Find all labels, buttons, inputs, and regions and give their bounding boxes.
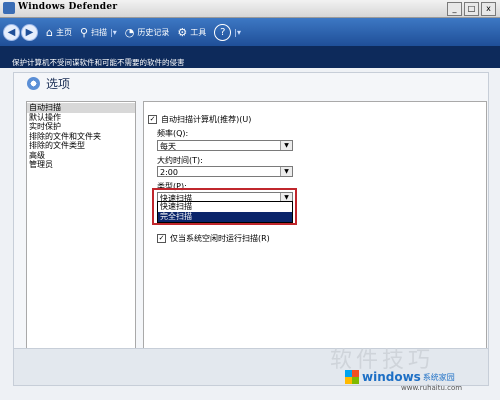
help-button[interactable]: ? xyxy=(214,23,232,41)
home-icon: ⌂ xyxy=(46,25,53,39)
auto-scan-label: 自动扫描计算机(推荐)(U) xyxy=(161,115,252,124)
scan-label: 扫描 xyxy=(91,27,108,37)
forward-arrow-icon: ▶ xyxy=(25,26,34,38)
window-title: Windows Defender xyxy=(18,2,118,12)
forward-button[interactable]: ▶ xyxy=(21,23,38,41)
nav-item-realtime-protection[interactable]: 实时保护 xyxy=(27,122,135,132)
maximize-button[interactable]: □ xyxy=(464,2,479,16)
site-logo: windows 系统家园 www.ruhaitu.com xyxy=(345,370,462,392)
time-select[interactable]: 2:00 ▼ xyxy=(157,166,293,177)
auto-scan-checkbox[interactable]: ✓ 自动扫描计算机(推荐)(U) xyxy=(148,114,251,125)
logo-cn: 系统家园 xyxy=(422,372,455,382)
subheader-text: 保护计算机不受间谍软件和可能不需要的软件的侵害 xyxy=(12,58,185,67)
highlight-callout xyxy=(152,188,297,225)
idle-scan-checkbox[interactable]: ✓ 仅当系统空闲时运行扫描(R) xyxy=(157,233,270,244)
toolbar: ◀ ▶ ⌂ 主页 ⚲ 扫描 |▾ ◔ 历史记录 ⚙ 工具 ? |▾ xyxy=(0,18,500,46)
nav-item-default-actions[interactable]: 默认操作 xyxy=(27,113,135,123)
history-label: 历史记录 xyxy=(137,27,170,37)
nav-item-excluded-types[interactable]: 排除的文件类型 xyxy=(27,141,135,151)
nav-item-advanced[interactable]: 高级 xyxy=(27,151,135,161)
back-button[interactable]: ◀ xyxy=(3,23,20,41)
magnifier-icon: ⚲ xyxy=(79,25,89,39)
scan-dropdown-icon[interactable]: |▾ xyxy=(110,28,117,37)
history-button[interactable]: ◔ 历史记录 xyxy=(125,26,170,39)
checkmark-icon: ✓ xyxy=(148,115,157,124)
app-icon xyxy=(3,2,15,14)
help-dropdown-icon[interactable]: |▾ xyxy=(234,28,241,37)
options-gear-icon xyxy=(27,77,40,90)
checkmark-icon: ✓ xyxy=(157,234,166,243)
logo-brand: windows xyxy=(362,370,421,384)
title-bar: Windows Defender _ □ x xyxy=(0,0,500,18)
home-label: 主页 xyxy=(55,27,72,37)
tools-button[interactable]: ⚙ 工具 xyxy=(177,26,206,39)
time-label: 大约时间(T): xyxy=(157,156,203,165)
frequency-label: 频率(Q): xyxy=(157,129,189,138)
back-arrow-icon: ◀ xyxy=(7,26,16,38)
windows-logo-icon xyxy=(345,370,359,384)
logo-url: www.ruhaitu.com xyxy=(401,384,463,392)
tools-label: 工具 xyxy=(190,27,207,37)
options-header: 选项 xyxy=(27,75,70,92)
scan-button[interactable]: ⚲ 扫描 xyxy=(80,26,107,39)
close-button[interactable]: x xyxy=(481,2,496,16)
home-button[interactable]: ⌂ 主页 xyxy=(46,26,72,39)
minimize-button[interactable]: _ xyxy=(447,2,462,16)
time-value: 2:00 xyxy=(160,168,178,177)
options-title: 选项 xyxy=(46,77,71,91)
gear-icon: ⚙ xyxy=(177,25,188,39)
chevron-down-icon[interactable]: ▼ xyxy=(280,167,292,176)
frequency-value: 每天 xyxy=(160,142,176,151)
nav-item-excluded-files[interactable]: 排除的文件和文件夹 xyxy=(27,132,135,142)
options-nav: 自动扫描 默认操作 实时保护 排除的文件和文件夹 排除的文件类型 高级 管理员 xyxy=(26,101,136,351)
frequency-select[interactable]: 每天 ▼ xyxy=(157,140,293,151)
options-content xyxy=(143,101,487,349)
idle-scan-label: 仅当系统空闲时运行扫描(R) xyxy=(170,234,270,243)
window-controls: _ □ x xyxy=(447,2,496,16)
nav-item-administrator[interactable]: 管理员 xyxy=(27,160,135,170)
history-icon: ◔ xyxy=(124,25,135,39)
chevron-down-icon[interactable]: ▼ xyxy=(280,141,292,150)
nav-item-auto-scan[interactable]: 自动扫描 xyxy=(27,103,135,113)
subheader: 保护计算机不受间谍软件和可能不需要的软件的侵害 xyxy=(0,46,500,68)
